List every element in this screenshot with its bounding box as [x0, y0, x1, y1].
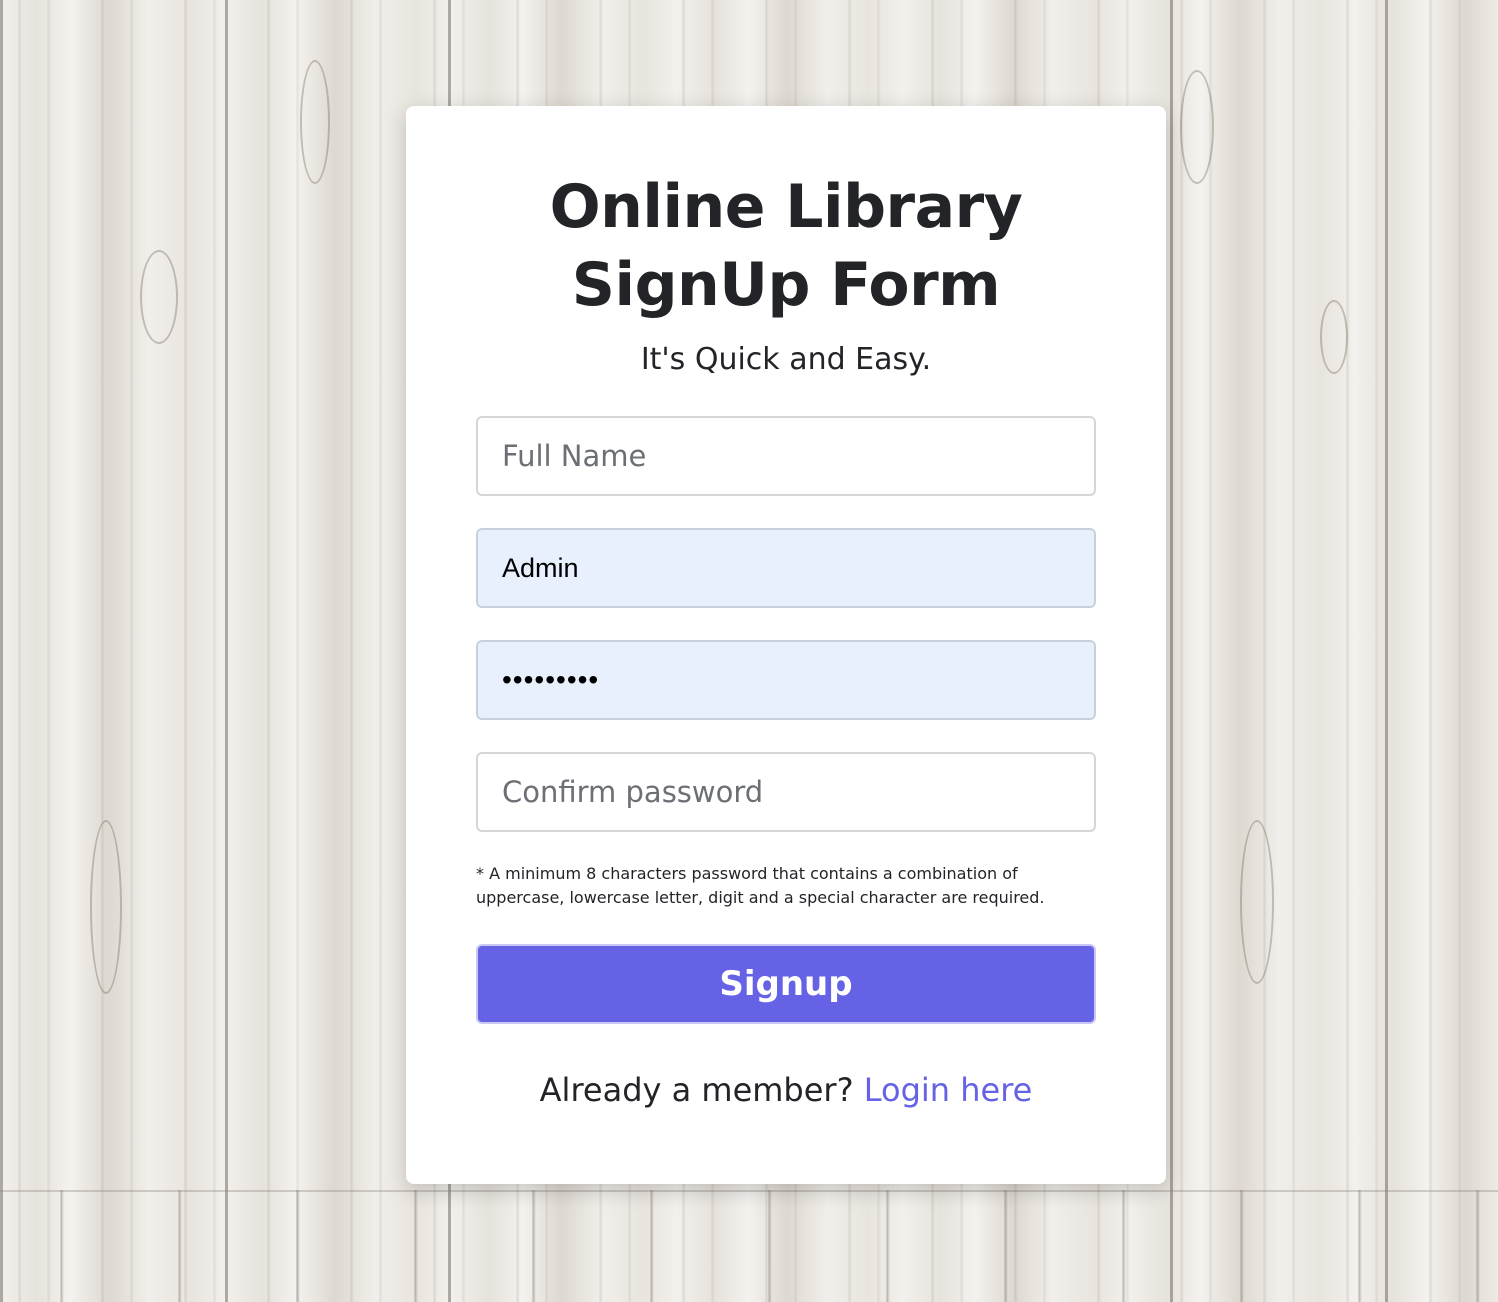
signup-button[interactable]: Signup: [476, 944, 1096, 1024]
subtitle: It's Quick and Easy.: [640, 342, 932, 377]
title-line-1: Online Library: [549, 172, 1023, 242]
full-name-input[interactable]: [476, 416, 1096, 496]
login-prompt-text: Already a member?: [539, 1071, 854, 1109]
plank-seam: [225, 0, 228, 1302]
title-line-2: SignUp Form: [571, 250, 1001, 320]
lower-board: [0, 1190, 1498, 1302]
password-input[interactable]: [476, 640, 1096, 720]
wood-knot: [90, 820, 122, 994]
wood-knot: [300, 60, 330, 184]
login-link[interactable]: Login here: [864, 1071, 1033, 1109]
login-prompt: Already a member? Login here: [406, 1068, 1166, 1112]
page-title: Online Library SignUp Form: [406, 168, 1166, 324]
password-requirements-hint: * A minimum 8 characters password that c…: [476, 864, 1045, 907]
wood-knot: [1180, 70, 1214, 184]
signup-card: Online Library SignUp Form It's Quick an…: [406, 106, 1166, 1184]
plank-seam: [1170, 0, 1173, 1302]
plank-seam: [1385, 0, 1388, 1302]
confirm-password-input[interactable]: [476, 752, 1096, 832]
plank-seam: [0, 0, 3, 1302]
wood-knot: [1240, 820, 1274, 984]
username-input[interactable]: [476, 528, 1096, 608]
wood-knot: [1320, 300, 1348, 374]
wood-knot: [140, 250, 178, 344]
